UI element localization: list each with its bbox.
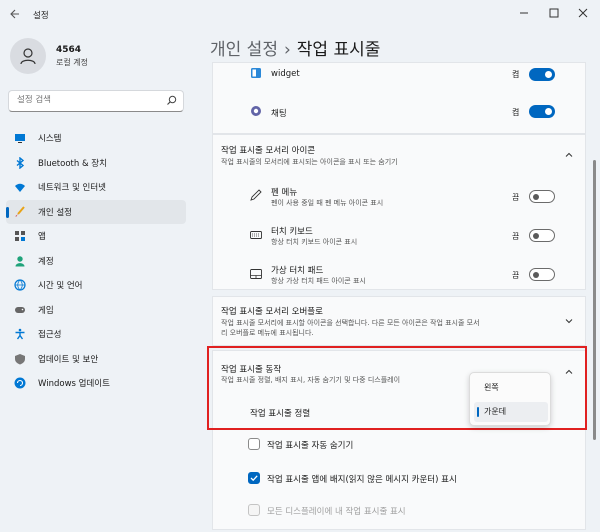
sidebar-item-update-security[interactable]: 업데이트 및 보안: [6, 347, 186, 372]
all-displays-checkbox[interactable]: [248, 504, 260, 516]
corner-icons-header[interactable]: 작업 표시줄 모서리 아이콘 작업 표시줄의 모서리에 표시되는 아이콘을 표시…: [213, 135, 585, 175]
auto-hide-checkbox[interactable]: [248, 438, 260, 450]
avatar: [10, 38, 46, 74]
globe-clock-icon: [14, 279, 26, 291]
pen-menu-subtitle: 펜이 사용 중일 때 펜 메뉴 아이콘 표시: [271, 199, 384, 207]
back-arrow-icon[interactable]: [8, 8, 20, 20]
corner-icons-title: 작업 표시줄 모서리 아이콘: [221, 146, 316, 156]
breadcrumb-parent[interactable]: 개인 설정: [210, 40, 278, 60]
chevron-up-icon[interactable]: [565, 151, 573, 159]
all-displays-label: 모든 디스플레이에 내 작업 표시줄 표시: [267, 507, 406, 517]
pen-icon: [250, 189, 262, 201]
corner-icons-card: 작업 표시줄 모서리 아이콘 작업 표시줄의 모서리에 표시되는 아이콘을 표시…: [212, 134, 586, 290]
sidebar-item-apps[interactable]: 앱: [6, 224, 186, 249]
maximize-icon[interactable]: [545, 4, 563, 22]
alignment-option-left[interactable]: 왼쪽: [474, 378, 548, 398]
search-icon[interactable]: [166, 95, 177, 109]
widget-label: widget: [271, 69, 300, 79]
widget-toggle-state: 켬: [512, 70, 520, 79]
person-icon: [20, 48, 36, 65]
sidebar-item-accessibility[interactable]: 접근성: [6, 322, 186, 347]
bluetooth-icon: [14, 156, 26, 169]
brush-icon: [14, 206, 26, 218]
page-title: 작업 표시줄: [296, 40, 381, 60]
alignment-option-center[interactable]: 가운데: [474, 402, 548, 422]
gamepad-icon: [14, 304, 26, 316]
search-input[interactable]: [17, 95, 167, 105]
sidebar-item-network[interactable]: 네트워크 및 인터넷: [6, 175, 186, 200]
breadcrumb-separator: ›: [283, 40, 291, 60]
checkmark-icon: [250, 475, 258, 482]
profile-name: 4564: [56, 44, 82, 55]
scrollbar[interactable]: [593, 70, 596, 510]
account-icon: [14, 255, 26, 267]
virtual-touchpad-title: 가상 터치 패드: [271, 266, 324, 276]
chat-icon: [250, 105, 262, 117]
sidebar-item-personalization[interactable]: 개인 설정: [6, 199, 186, 224]
sidebar-item-accounts[interactable]: 계정: [6, 249, 186, 274]
auto-hide-label: 작업 표시줄 자동 숨기기: [267, 441, 354, 451]
virtual-touchpad-subtitle: 항상 가상 터치 패드 아이콘 표시: [271, 277, 366, 285]
corner-icons-subtitle: 작업 표시줄의 모서리에 표시되는 아이콘을 표시 또는 숨기기: [221, 158, 398, 166]
system-icon: [14, 132, 26, 144]
overflow-subtitle-line2: 리 오버플로 메뉴에 표시됩니다.: [221, 329, 314, 337]
sidebar-item-time-language[interactable]: 시간 및 언어: [6, 273, 186, 298]
pen-menu-toggle[interactable]: [529, 190, 555, 203]
user-profile[interactable]: 4564 로컬 계정: [10, 38, 88, 74]
chat-toggle-state: 켬: [512, 108, 520, 117]
badges-checkbox[interactable]: [248, 472, 260, 484]
badges-label: 작업 표시줄 앱에 배지(읽지 않은 메시지 카운터) 표시: [267, 475, 457, 485]
widget-icon: [250, 67, 262, 79]
pen-menu-title: 펜 메뉴: [271, 188, 298, 198]
touch-keyboard-toggle-state: 끔: [512, 232, 520, 241]
wifi-icon: [14, 181, 26, 193]
touch-keyboard-title: 터치 키보드: [271, 227, 313, 237]
sidebar-nav: 시스템 Bluetooth & 장치 네트워크 및 인터넷 개인 설정 앱 계정…: [6, 126, 186, 396]
alignment-dropdown[interactable]: 왼쪽 가운데: [469, 372, 551, 426]
search-box[interactable]: [8, 90, 184, 112]
overflow-title: 작업 표시줄 모서리 오버플로: [221, 307, 323, 317]
title-bar: 설정: [0, 0, 600, 28]
keyboard-icon: [250, 229, 262, 241]
touchpad-icon: [250, 268, 262, 280]
widget-toggle[interactable]: [529, 68, 555, 81]
sidebar-item-system[interactable]: 시스템: [6, 126, 186, 151]
overflow-subtitle-line1: 작업 표시줄 모서리에 표시할 아이콘을 선택합니다. 다른 모든 아이콘은 작…: [221, 319, 480, 327]
touch-keyboard-subtitle: 항상 터치 키보드 아이콘 표시: [271, 238, 358, 246]
overflow-card[interactable]: 작업 표시줄 모서리 오버플로 작업 표시줄 모서리에 표시할 아이콘을 선택합…: [212, 296, 586, 346]
app-title: 설정: [33, 11, 49, 21]
chat-toggle[interactable]: [529, 105, 555, 118]
chevron-down-icon[interactable]: [565, 317, 573, 325]
sidebar-item-gaming[interactable]: 게임: [6, 298, 186, 323]
update-icon: [14, 377, 26, 389]
minimize-icon[interactable]: [515, 4, 533, 22]
taskbar-items-card: widget 켬 채팅 켬: [212, 62, 586, 134]
apps-icon: [14, 230, 26, 242]
accessibility-icon: [14, 328, 26, 340]
sidebar-item-windows-update[interactable]: Windows 업데이트: [6, 371, 186, 396]
profile-account-type: 로컬 계정: [56, 57, 88, 67]
chat-label: 채팅: [271, 109, 287, 119]
close-icon[interactable]: [574, 4, 592, 22]
breadcrumb: 개인 설정 › 작업 표시줄: [210, 35, 380, 60]
sidebar-item-bluetooth[interactable]: Bluetooth & 장치: [6, 151, 186, 176]
virtual-touchpad-toggle[interactable]: [529, 268, 555, 281]
virtual-touchpad-toggle-state: 끔: [512, 271, 520, 280]
scrollbar-thumb[interactable]: [593, 160, 596, 440]
pen-menu-toggle-state: 끔: [512, 193, 520, 202]
shield-icon: [14, 353, 26, 365]
touch-keyboard-toggle[interactable]: [529, 229, 555, 242]
